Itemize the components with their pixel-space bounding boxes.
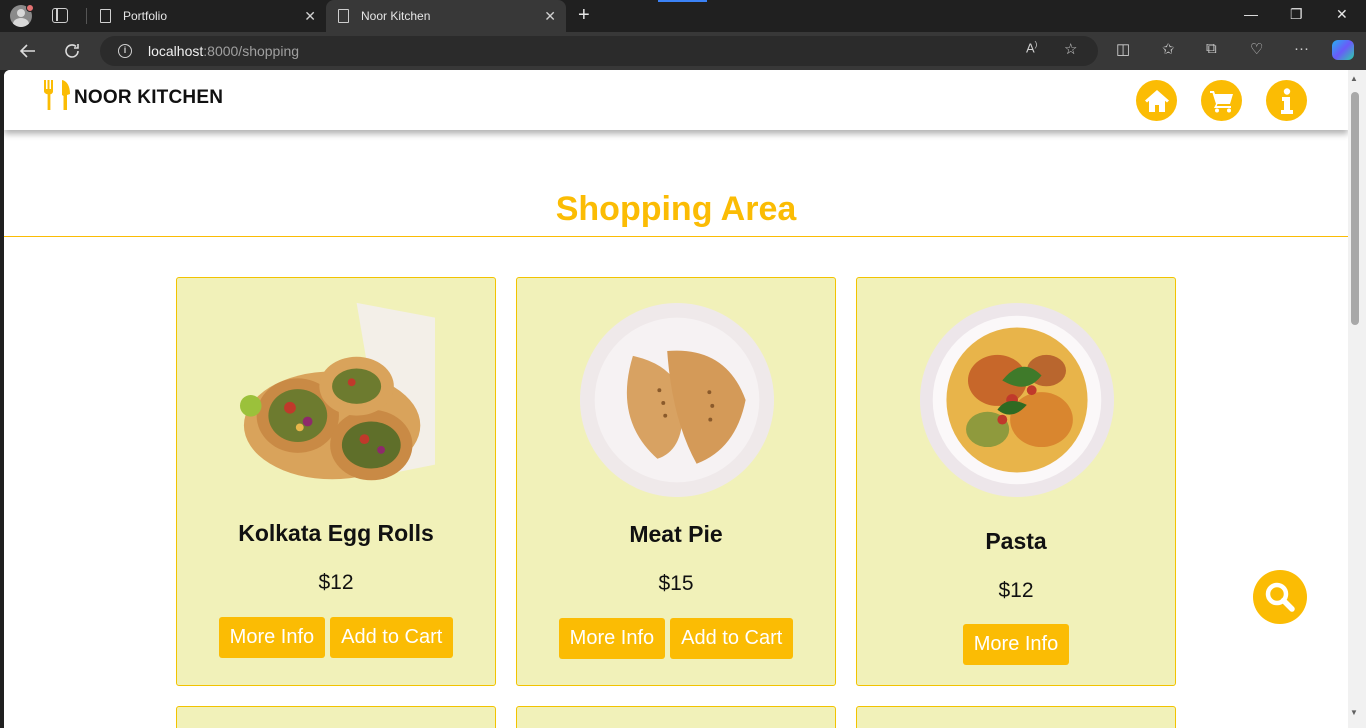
more-info-button[interactable]: More Info — [218, 617, 326, 658]
product-card — [856, 706, 1176, 728]
minimize-icon[interactable]: — — [1244, 6, 1258, 22]
favorites-icon[interactable]: ✩ — [1162, 40, 1175, 58]
tab-portfolio[interactable]: Portfolio ✕ — [98, 0, 326, 32]
pasta-image — [919, 302, 1115, 498]
product-price: $12 — [998, 579, 1034, 602]
brand-name: NOOR KITCHEN — [74, 87, 224, 108]
utensils-icon — [44, 80, 70, 110]
meat-pie-image — [579, 302, 775, 498]
home-icon — [1144, 89, 1169, 112]
tab-noor-kitchen[interactable]: Noor Kitchen ✕ — [326, 0, 566, 32]
new-tab-button[interactable]: + — [578, 4, 590, 26]
product-price: $12 — [318, 571, 354, 594]
product-card — [516, 706, 836, 728]
search-icon — [1265, 582, 1295, 612]
tab-title: Noor Kitchen — [361, 9, 431, 23]
cart-icon — [1209, 90, 1233, 112]
product-name: Kolkata Egg Rolls — [238, 520, 434, 546]
cart-button[interactable] — [1201, 80, 1242, 121]
info-button[interactable] — [1266, 80, 1307, 121]
close-tab-icon[interactable]: ✕ — [544, 8, 556, 24]
product-actions: More Info Add to Cart — [517, 618, 835, 659]
site-header: NOOR KITCHEN — [4, 70, 1348, 130]
product-actions: More Info Add to Cart — [177, 617, 495, 658]
egg-rolls-image — [239, 302, 435, 481]
page-viewport: NOOR KITCHEN Shopping Area Kolkata Egg R… — [4, 70, 1348, 728]
refresh-icon[interactable] — [62, 41, 82, 65]
add-to-cart-button[interactable]: Add to Cart — [670, 618, 794, 659]
site-logo[interactable]: NOOR KITCHEN — [44, 80, 223, 110]
tab-actions-icon[interactable] — [52, 8, 68, 23]
more-info-button[interactable]: More Info — [962, 624, 1070, 665]
collections-icon[interactable]: ⧉ — [1206, 40, 1217, 57]
product-card: Meat Pie $15 More Info Add to Cart — [516, 277, 836, 686]
add-to-cart-button[interactable]: Add to Cart — [330, 617, 454, 658]
product-name: Meat Pie — [629, 521, 723, 547]
favorite-star-icon[interactable]: ☆ — [1064, 40, 1077, 58]
product-name: Pasta — [985, 528, 1047, 554]
product-card — [176, 706, 496, 728]
address-bar[interactable]: i localhost:8000/shopping — [100, 36, 1098, 66]
more-menu-icon[interactable]: ··· — [1294, 40, 1309, 57]
url-host: localhost — [148, 43, 204, 59]
copilot-icon[interactable] — [1332, 40, 1354, 60]
product-price: $15 — [658, 572, 694, 595]
restore-icon[interactable]: ❐ — [1290, 6, 1303, 23]
home-button[interactable] — [1136, 80, 1177, 121]
tab-separator — [86, 8, 87, 24]
scrollbar-thumb[interactable] — [1351, 92, 1359, 325]
back-icon[interactable] — [18, 41, 38, 65]
read-aloud-icon[interactable]: A) — [1026, 40, 1037, 55]
scroll-down-icon[interactable]: ▼ — [1350, 708, 1358, 717]
more-info-button[interactable]: More Info — [558, 618, 666, 659]
page-title: Shopping Area — [555, 190, 797, 228]
tab-drag-indicator — [658, 0, 707, 2]
close-window-icon[interactable]: ✕ — [1336, 6, 1348, 23]
info-icon — [1280, 87, 1293, 114]
close-tab-icon[interactable]: ✕ — [304, 8, 316, 24]
product-actions: More Info — [857, 624, 1175, 665]
scroll-up-icon[interactable]: ▲ — [1350, 74, 1358, 83]
search-button[interactable] — [1253, 570, 1307, 624]
title-divider — [4, 236, 1348, 237]
product-card: Pasta $12 More Info — [856, 277, 1176, 686]
page-icon — [100, 9, 111, 23]
page-icon — [338, 9, 349, 23]
split-screen-icon[interactable]: ◫ — [1116, 40, 1130, 58]
profile-notification-dot — [26, 4, 34, 12]
browser-essentials-icon[interactable]: ♡ — [1250, 40, 1263, 58]
url-path: :8000/shopping — [203, 43, 300, 59]
tab-title: Portfolio — [123, 9, 168, 23]
product-card: Kolkata Egg Rolls $12 More Info Add to C… — [176, 277, 496, 686]
browser-tab-bar: Portfolio ✕ Noor Kitchen ✕ + — ❐ ✕ — [0, 0, 1366, 32]
site-info-icon[interactable]: i — [118, 44, 132, 58]
